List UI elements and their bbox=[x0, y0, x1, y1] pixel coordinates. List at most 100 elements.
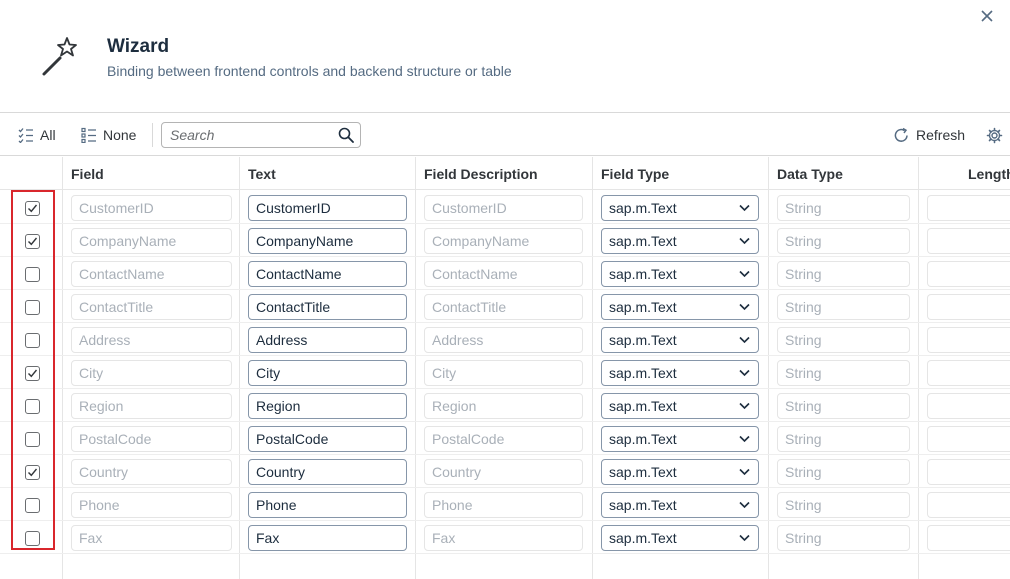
data-type-input: String bbox=[777, 195, 910, 221]
chevron-down-icon bbox=[739, 204, 750, 212]
row-checkbox[interactable] bbox=[25, 201, 40, 216]
column-header-field-description[interactable]: Field Description bbox=[424, 166, 538, 182]
field-type-select[interactable]: sap.m.Text bbox=[601, 294, 759, 320]
close-button[interactable] bbox=[977, 6, 997, 26]
chevron-down-icon bbox=[739, 336, 750, 344]
table-row: Region Region Region sap.m.Text String bbox=[0, 389, 1010, 422]
row-checkbox[interactable] bbox=[25, 432, 40, 447]
column-header-text[interactable]: Text bbox=[248, 166, 276, 182]
select-none-button[interactable]: None bbox=[81, 121, 136, 149]
length-input bbox=[927, 360, 1010, 386]
field-description-input: ContactTitle bbox=[424, 294, 583, 320]
search-icon[interactable] bbox=[338, 127, 354, 143]
length-input bbox=[927, 393, 1010, 419]
refresh-button[interactable]: Refresh bbox=[893, 121, 965, 149]
text-input[interactable]: Phone bbox=[248, 492, 407, 518]
column-header-field-type[interactable]: Field Type bbox=[601, 166, 669, 182]
checkmark-icon bbox=[28, 204, 38, 213]
toolbar-separator bbox=[152, 123, 153, 147]
field-name-input: CompanyName bbox=[71, 228, 232, 254]
text-input[interactable]: ContactTitle bbox=[248, 294, 407, 320]
row-checkbox[interactable] bbox=[25, 498, 40, 513]
field-name-input: ContactTitle bbox=[71, 294, 232, 320]
row-checkbox[interactable] bbox=[25, 333, 40, 348]
field-description-input: ContactName bbox=[424, 261, 583, 287]
field-type-select[interactable]: sap.m.Text bbox=[601, 525, 759, 551]
row-checkbox[interactable] bbox=[25, 465, 40, 480]
select-all-button[interactable]: All bbox=[18, 121, 56, 149]
row-checkbox[interactable] bbox=[25, 399, 40, 414]
select-all-label: All bbox=[40, 127, 56, 143]
field-type-select[interactable]: sap.m.Text bbox=[601, 492, 759, 518]
length-input bbox=[927, 294, 1010, 320]
table-row: Address Address Address sap.m.Text String bbox=[0, 323, 1010, 356]
text-input[interactable]: CustomerID bbox=[248, 195, 407, 221]
field-type-select[interactable]: sap.m.Text bbox=[601, 195, 759, 221]
data-type-input: String bbox=[777, 294, 910, 320]
text-input[interactable]: Region bbox=[248, 393, 407, 419]
dialog-subtitle: Binding between frontend controls and ba… bbox=[107, 63, 512, 79]
refresh-icon bbox=[894, 127, 908, 142]
text-input[interactable]: City bbox=[248, 360, 407, 386]
text-input[interactable]: ContactName bbox=[248, 261, 407, 287]
length-input bbox=[927, 525, 1010, 551]
field-type-value: sap.m.Text bbox=[609, 233, 677, 249]
toolbar: All None Refresh bbox=[0, 113, 1010, 156]
field-name-input: Phone bbox=[71, 492, 232, 518]
field-name-input: PostalCode bbox=[71, 426, 232, 452]
search-input[interactable] bbox=[170, 125, 330, 145]
refresh-label: Refresh bbox=[916, 127, 966, 143]
data-type-input: String bbox=[777, 360, 910, 386]
gear-icon bbox=[986, 127, 1003, 143]
row-checkbox[interactable] bbox=[25, 366, 40, 381]
field-type-value: sap.m.Text bbox=[609, 398, 677, 414]
row-checkbox[interactable] bbox=[25, 300, 40, 315]
row-checkbox[interactable] bbox=[25, 234, 40, 249]
field-description-input: City bbox=[424, 360, 583, 386]
row-checkbox[interactable] bbox=[25, 531, 40, 546]
field-type-select[interactable]: sap.m.Text bbox=[601, 261, 759, 287]
table-row: Fax Fax Fax sap.m.Text String bbox=[0, 521, 1010, 554]
text-input[interactable]: Fax bbox=[248, 525, 407, 551]
text-input[interactable]: CompanyName bbox=[248, 228, 407, 254]
table-row: City City City sap.m.Text String bbox=[0, 356, 1010, 389]
binding-table: Field Text Field Description Field Type … bbox=[0, 157, 1010, 579]
field-type-select[interactable]: sap.m.Text bbox=[601, 426, 759, 452]
text-input[interactable]: PostalCode bbox=[248, 426, 407, 452]
field-description-input: CompanyName bbox=[424, 228, 583, 254]
field-name-input: Country bbox=[71, 459, 232, 485]
field-type-select[interactable]: sap.m.Text bbox=[601, 327, 759, 353]
data-type-input: String bbox=[777, 492, 910, 518]
column-header-field[interactable]: Field bbox=[71, 166, 104, 182]
field-description-input: Phone bbox=[424, 492, 583, 518]
field-type-value: sap.m.Text bbox=[609, 266, 677, 282]
column-header-length[interactable]: Length bbox=[968, 166, 1010, 182]
length-input bbox=[927, 195, 1010, 221]
table-row: CompanyName CompanyName CompanyName sap.m.T… bbox=[0, 224, 1010, 257]
field-description-input: Country bbox=[424, 459, 583, 485]
length-input bbox=[927, 459, 1010, 485]
field-type-select[interactable]: sap.m.Text bbox=[601, 459, 759, 485]
text-input[interactable]: Country bbox=[248, 459, 407, 485]
chevron-down-icon bbox=[739, 501, 750, 509]
length-input bbox=[927, 228, 1010, 254]
chevron-down-icon bbox=[739, 402, 750, 410]
field-type-select[interactable]: sap.m.Text bbox=[601, 360, 759, 386]
text-input[interactable]: Address bbox=[248, 327, 407, 353]
field-type-value: sap.m.Text bbox=[609, 431, 677, 447]
chevron-down-icon bbox=[739, 534, 750, 542]
settings-button[interactable] bbox=[986, 121, 1003, 149]
field-description-input: Fax bbox=[424, 525, 583, 551]
data-type-input: String bbox=[777, 525, 910, 551]
length-input bbox=[927, 327, 1010, 353]
table-row: Phone Phone Phone sap.m.Text String bbox=[0, 488, 1010, 521]
field-name-input: Address bbox=[71, 327, 232, 353]
search-field[interactable] bbox=[161, 122, 361, 148]
data-type-input: String bbox=[777, 459, 910, 485]
field-type-value: sap.m.Text bbox=[609, 332, 677, 348]
field-type-select[interactable]: sap.m.Text bbox=[601, 393, 759, 419]
column-header-data-type[interactable]: Data Type bbox=[777, 166, 843, 182]
field-type-select[interactable]: sap.m.Text bbox=[601, 228, 759, 254]
field-name-input: City bbox=[71, 360, 232, 386]
row-checkbox[interactable] bbox=[25, 267, 40, 282]
